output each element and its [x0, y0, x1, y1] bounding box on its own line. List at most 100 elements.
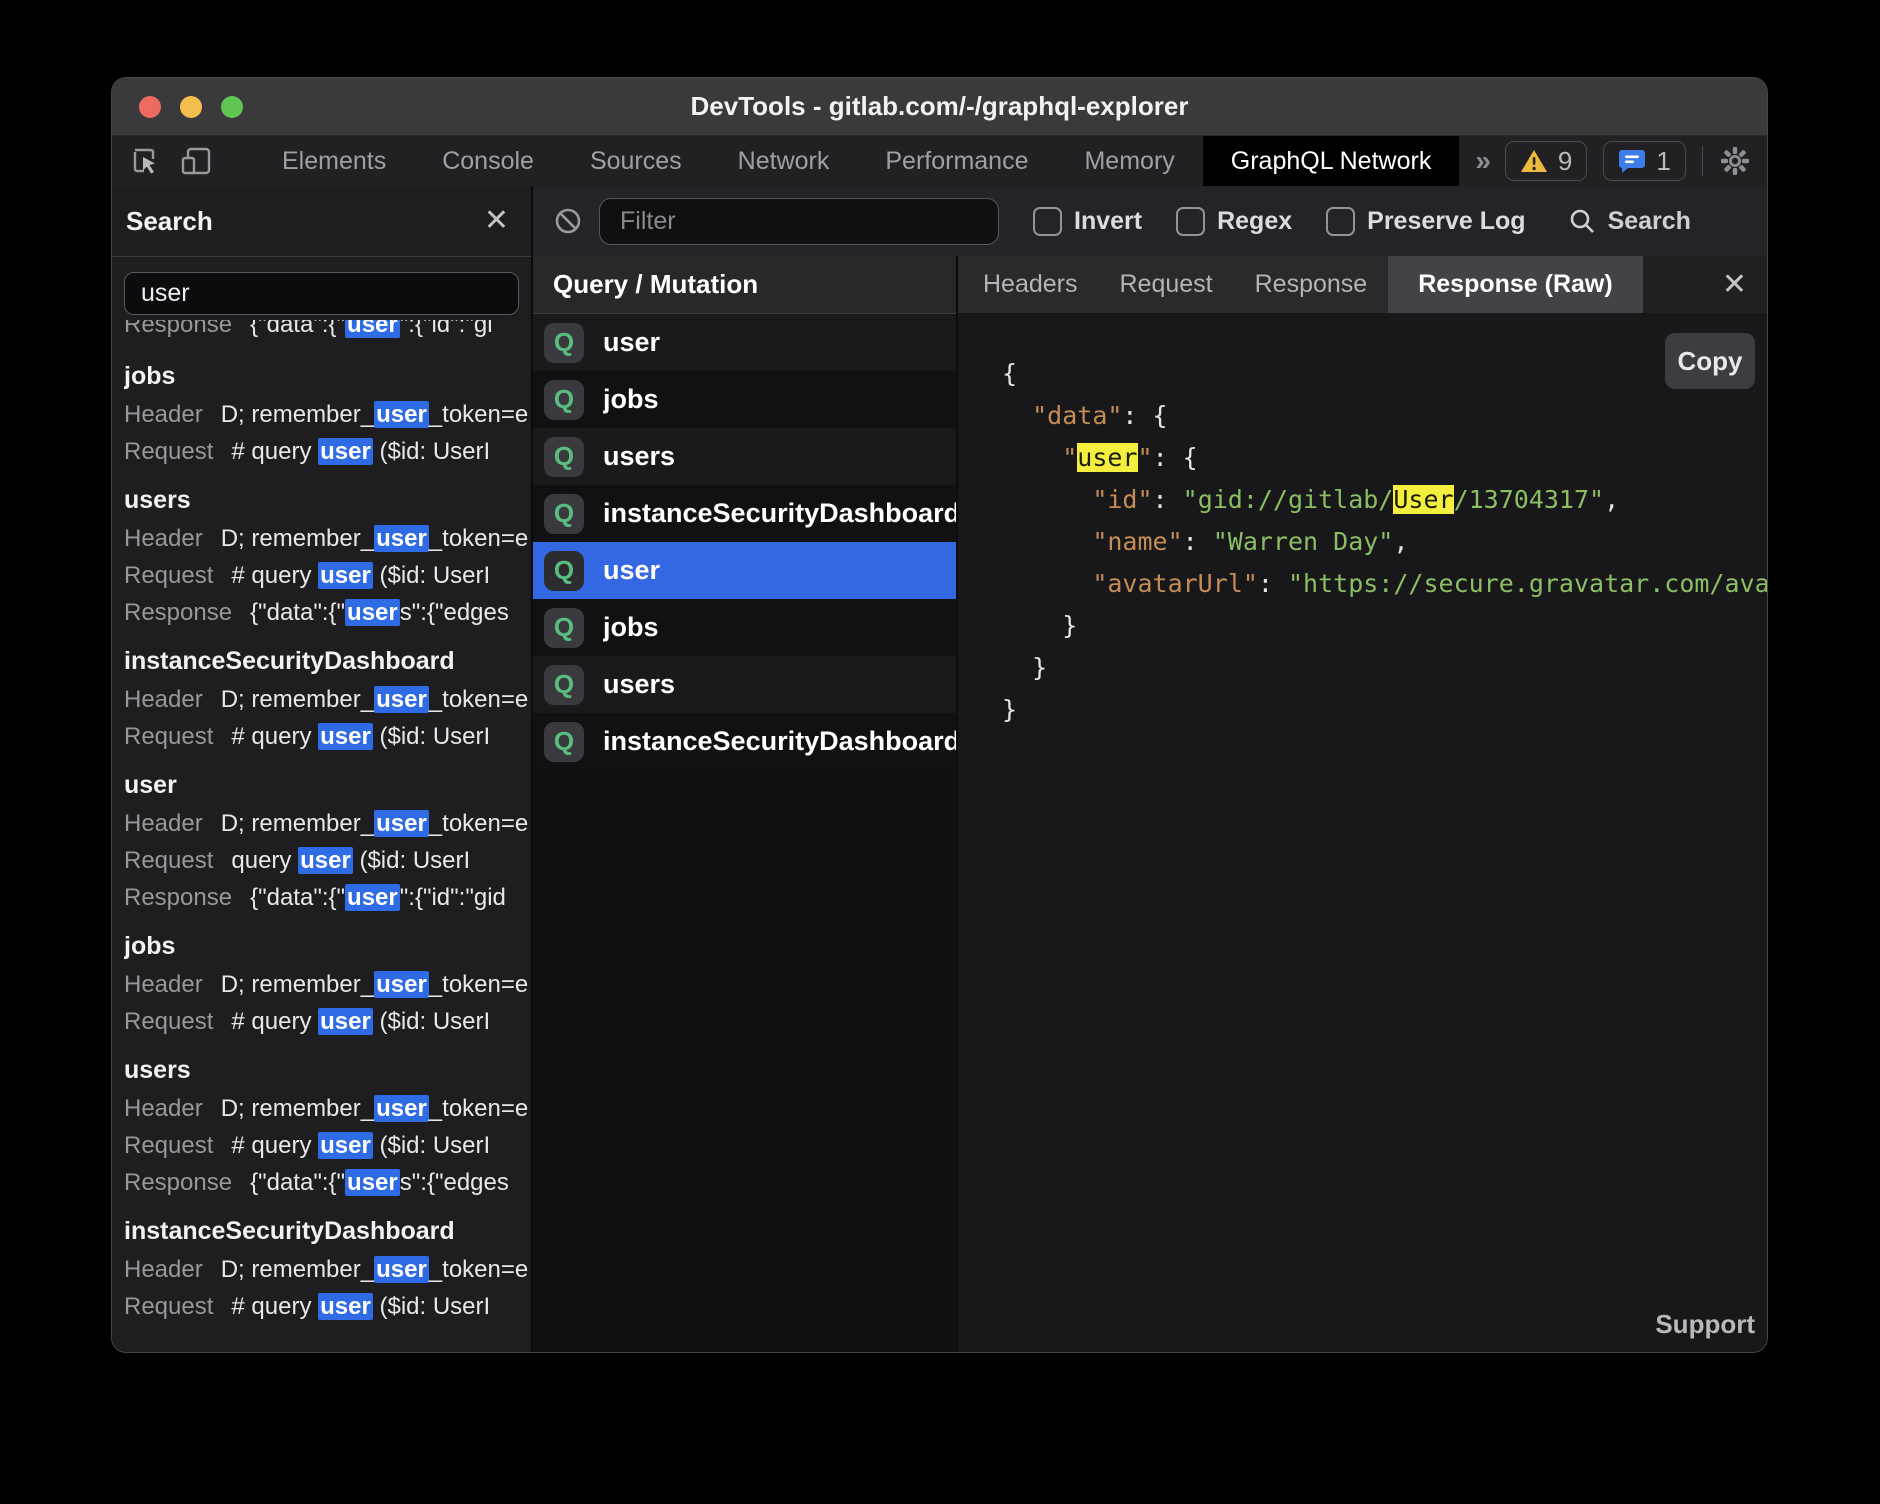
- toolbar-search[interactable]: Search: [1568, 207, 1691, 236]
- search-input[interactable]: [124, 272, 519, 315]
- search-match-highlight: user: [374, 525, 429, 552]
- network-toolbar: Invert Regex Preserve Log Search: [533, 186, 1767, 256]
- query-type-icon: Q: [544, 437, 584, 477]
- query-item[interactable]: Qjobs: [533, 599, 956, 656]
- search-result-line[interactable]: Response{"data":{"users":{"edges: [124, 1164, 531, 1201]
- search-result-group-title[interactable]: instanceSecurityDashboard: [124, 1211, 531, 1251]
- search-result-line[interactable]: Request# query user ($id: UserI: [124, 433, 531, 470]
- tab-performance[interactable]: Performance: [857, 136, 1056, 186]
- settings-gear-icon[interactable]: [1719, 145, 1751, 177]
- search-result-line[interactable]: Request# query user ($id: UserI: [124, 557, 531, 594]
- query-list-header: Query / Mutation: [533, 256, 956, 314]
- response-tabs: HeadersRequestResponseResponse (Raw) ✕: [958, 256, 1767, 313]
- devtools-tabbar: ElementsConsoleSourcesNetworkPerformance…: [112, 136, 1767, 186]
- device-toolbar-icon[interactable]: [180, 146, 212, 176]
- close-window-button[interactable]: [139, 96, 161, 118]
- query-type-icon: Q: [544, 608, 584, 648]
- query-item[interactable]: Quser: [533, 314, 956, 371]
- more-tabs-chevron[interactable]: »: [1459, 136, 1505, 186]
- inspect-element-icon[interactable]: [130, 146, 160, 176]
- preserve-log-checkbox-icon[interactable]: [1326, 207, 1355, 236]
- checkbox-regex[interactable]: Regex: [1176, 207, 1292, 236]
- checkbox-preserve-log[interactable]: Preserve Log: [1326, 207, 1525, 236]
- response-tab-request[interactable]: Request: [1099, 256, 1234, 313]
- search-result-line[interactable]: Response{"data":{"user":{"id":"gid: [124, 879, 531, 916]
- search-match-highlight: user: [318, 1293, 373, 1320]
- search-result-line[interactable]: Request# query user ($id: UserI: [124, 718, 531, 755]
- query-item[interactable]: Qjobs: [533, 371, 956, 428]
- tab-graphql-network[interactable]: GraphQL Network: [1203, 136, 1460, 186]
- query-item[interactable]: Qusers: [533, 656, 956, 713]
- search-result-line[interactable]: Request# query user ($id: UserI: [124, 1288, 531, 1325]
- query-item[interactable]: QinstanceSecurityDashboard: [533, 485, 956, 542]
- clipped-result-line: Response{"data":{"user":{"id":"gi: [124, 320, 531, 346]
- search-result-line[interactable]: HeaderD; remember_user_token=e: [124, 396, 531, 433]
- response-panel-close-icon[interactable]: ✕: [1722, 270, 1747, 300]
- search-result-line[interactable]: HeaderD; remember_user_token=e: [124, 1251, 531, 1288]
- search-panel-close-icon[interactable]: ✕: [484, 206, 509, 236]
- search-match-highlight: user: [318, 1132, 373, 1159]
- issues-count: 1: [1656, 146, 1670, 177]
- query-list-panel: Query / Mutation QuserQjobsQusersQinstan…: [533, 256, 956, 1352]
- search-match-highlight: user: [345, 599, 400, 626]
- search-result-line-label: Header: [124, 810, 203, 837]
- search-result-line[interactable]: Response{"data":{"user":{"id":"gi: [124, 320, 531, 343]
- response-json: { "data": { "user": { "id": "gid://gitla…: [1002, 353, 1767, 731]
- search-result-group-title[interactable]: users: [124, 1050, 531, 1090]
- query-item[interactable]: Qusers: [533, 428, 956, 485]
- response-panel: HeadersRequestResponseResponse (Raw) ✕ Co…: [958, 256, 1767, 1352]
- invert-checkbox-icon[interactable]: [1033, 207, 1062, 236]
- search-result-line-label: Request: [124, 438, 213, 465]
- search-result-line[interactable]: HeaderD; remember_user_token=e: [124, 1090, 531, 1127]
- response-tab-response-raw[interactable]: Response (Raw): [1388, 256, 1642, 313]
- search-result-line[interactable]: HeaderD; remember_user_token=e: [124, 520, 531, 557]
- search-result-group-title[interactable]: jobs: [124, 926, 531, 966]
- query-item-selected[interactable]: Quser: [533, 542, 956, 599]
- search-result-line-label: Header: [124, 686, 203, 713]
- tab-console[interactable]: Console: [414, 136, 562, 186]
- json-line: "data": {: [1002, 395, 1767, 437]
- message-icon: [1618, 148, 1646, 174]
- window-titlebar: DevTools - gitlab.com/-/graphql-explorer: [112, 78, 1767, 136]
- badge-divider: [1702, 146, 1703, 176]
- query-type-icon: Q: [544, 323, 584, 363]
- checkbox-invert[interactable]: Invert: [1033, 207, 1142, 236]
- search-match-highlight: user: [374, 686, 429, 713]
- issues-badge[interactable]: 1: [1603, 141, 1685, 181]
- search-result-line-label: Request: [124, 1132, 213, 1159]
- json-line: }: [1002, 689, 1767, 731]
- warnings-badge[interactable]: 9: [1505, 141, 1587, 181]
- response-content: Copy { "data": { "user": { "id": "gid://…: [958, 313, 1767, 1352]
- support-link[interactable]: Support: [1655, 1309, 1755, 1340]
- tab-network[interactable]: Network: [710, 136, 858, 186]
- search-result-line[interactable]: HeaderD; remember_user_token=e: [124, 681, 531, 718]
- query-item-label: instanceSecurityDashboard: [603, 726, 956, 757]
- search-result-group-title[interactable]: jobs: [124, 356, 531, 396]
- tab-memory[interactable]: Memory: [1056, 136, 1202, 186]
- search-result-group-title[interactable]: instanceSecurityDashboard: [124, 641, 531, 681]
- tab-sources[interactable]: Sources: [562, 136, 710, 186]
- query-item-label: users: [603, 669, 675, 700]
- response-tab-response[interactable]: Response: [1234, 256, 1389, 313]
- filter-input[interactable]: [599, 198, 999, 245]
- clear-requests-icon[interactable]: [553, 206, 583, 236]
- search-result-line[interactable]: Requestquery user ($id: UserI: [124, 842, 531, 879]
- search-result-line[interactable]: Response{"data":{"users":{"edges: [124, 594, 531, 631]
- json-line: "user": {: [1002, 437, 1767, 479]
- tab-elements[interactable]: Elements: [254, 136, 414, 186]
- query-item-label: user: [603, 327, 660, 358]
- search-result-line[interactable]: HeaderD; remember_user_token=e: [124, 805, 531, 842]
- query-type-icon: Q: [544, 665, 584, 705]
- search-result-line[interactable]: Request# query user ($id: UserI: [124, 1127, 531, 1164]
- search-result-line[interactable]: Request# query user ($id: UserI: [124, 1003, 531, 1040]
- query-item[interactable]: QinstanceSecurityDashboard: [533, 713, 956, 770]
- response-tab-headers[interactable]: Headers: [962, 256, 1099, 313]
- minimize-window-button[interactable]: [180, 96, 202, 118]
- query-item-label: jobs: [603, 612, 659, 643]
- window-title: DevTools - gitlab.com/-/graphql-explorer: [112, 91, 1767, 122]
- search-result-group-title[interactable]: user: [124, 765, 531, 805]
- zoom-window-button[interactable]: [221, 96, 243, 118]
- regex-checkbox-icon[interactable]: [1176, 207, 1205, 236]
- search-result-group-title[interactable]: users: [124, 480, 531, 520]
- search-result-line[interactable]: HeaderD; remember_user_token=e: [124, 966, 531, 1003]
